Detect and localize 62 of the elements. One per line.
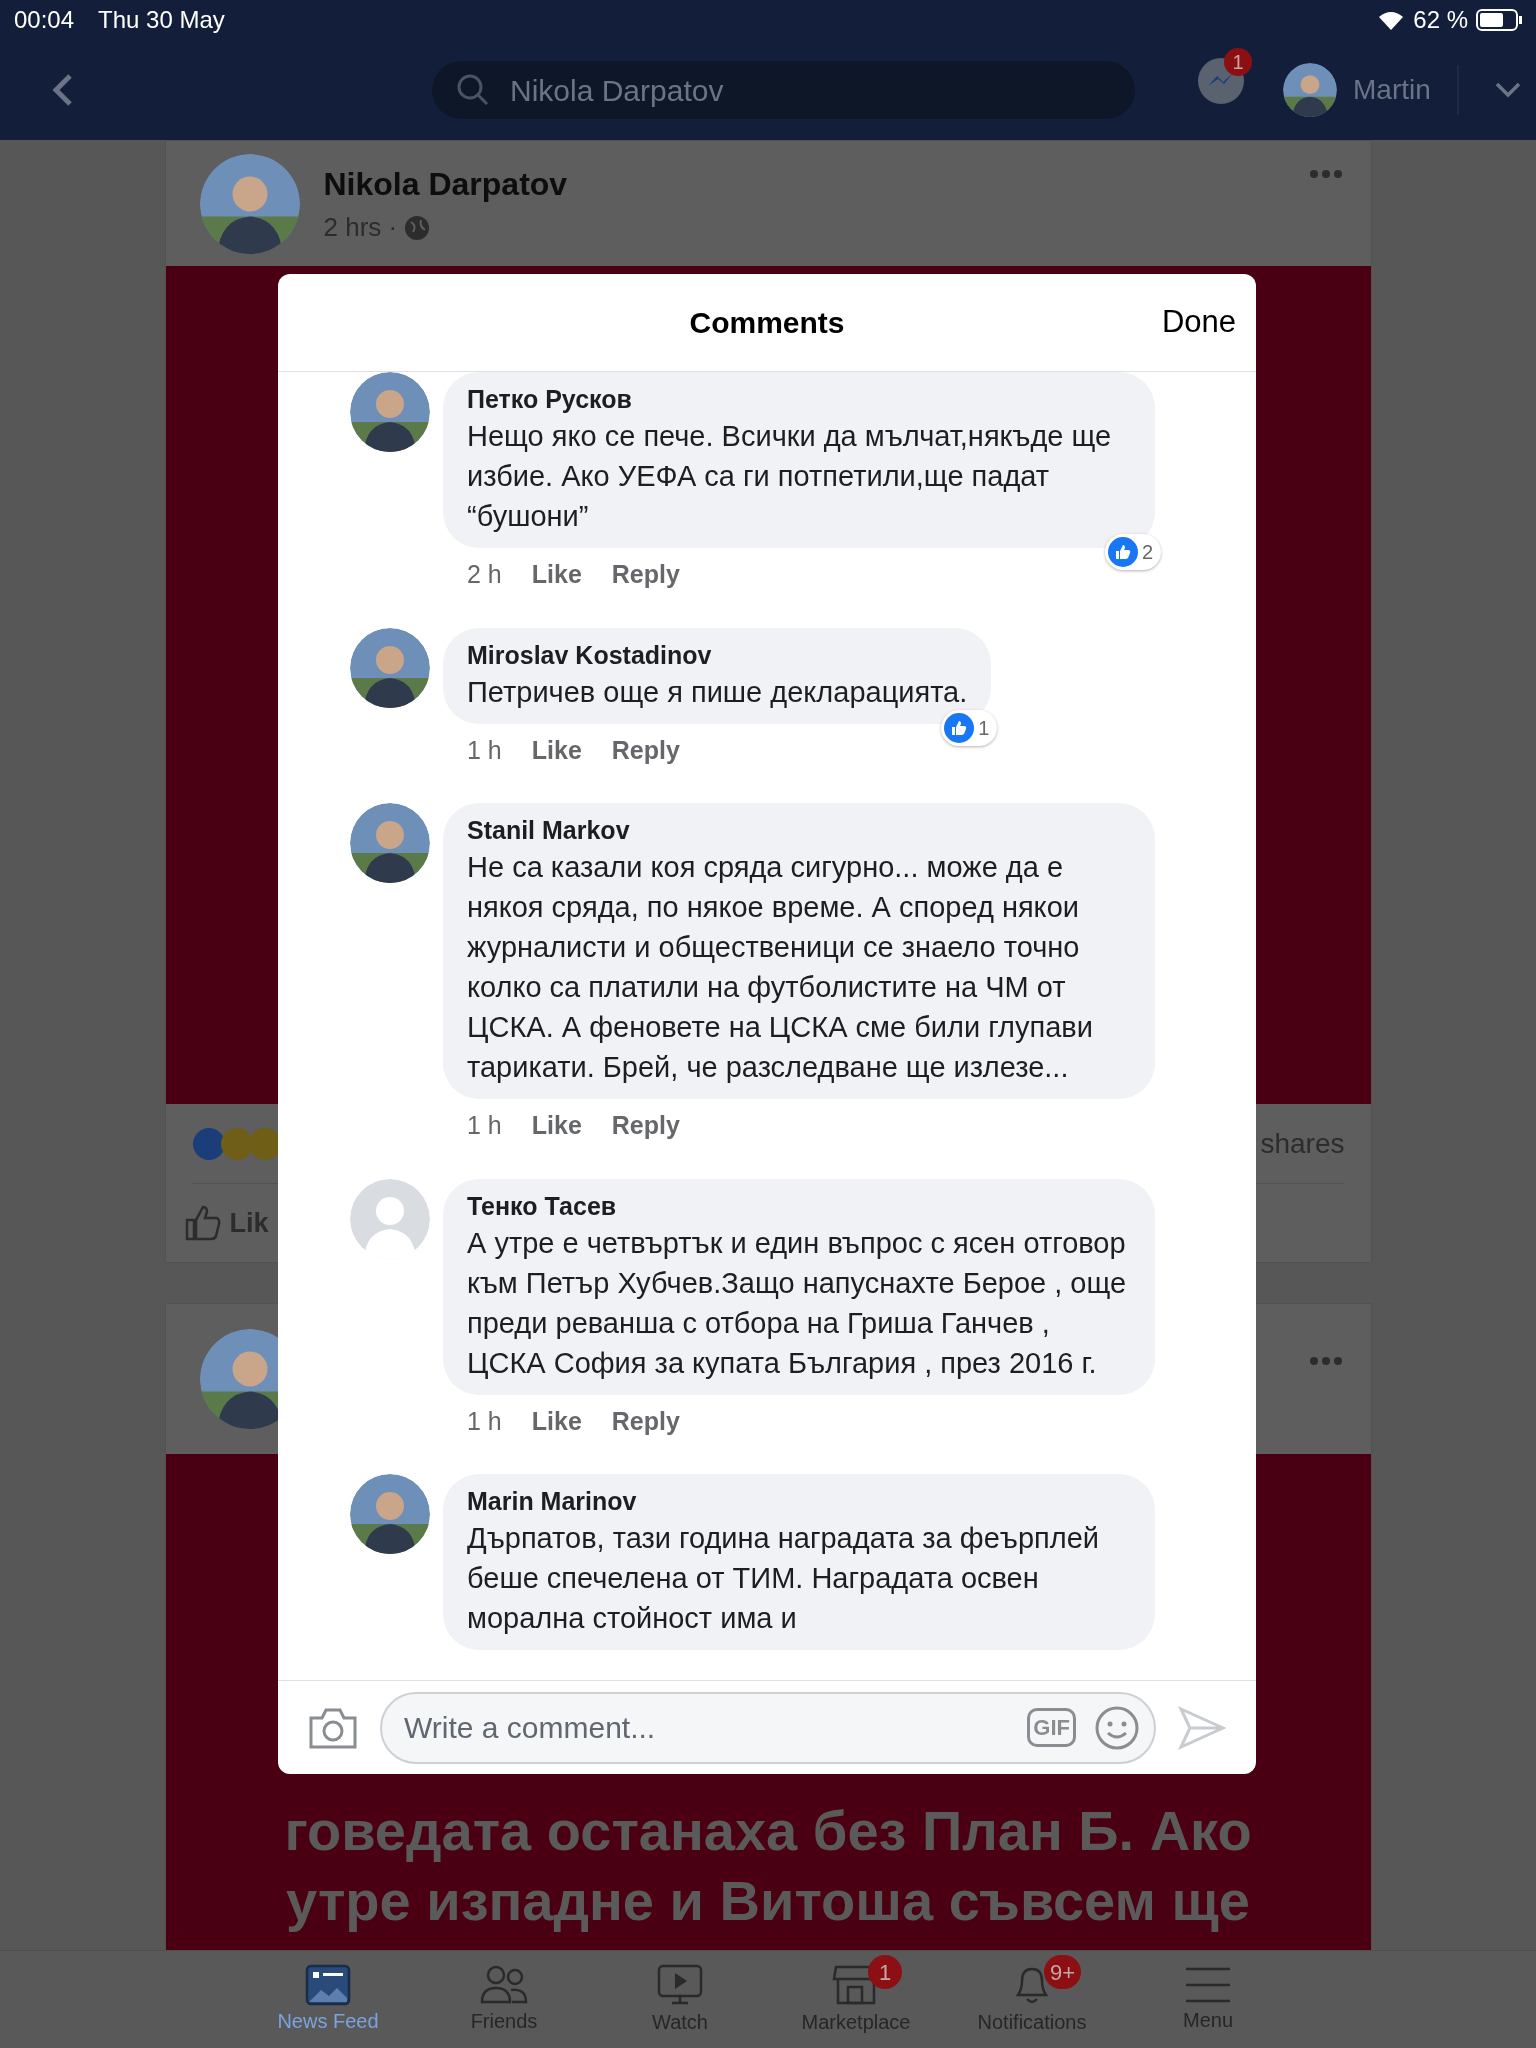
reply-link[interactable]: Reply (611, 1402, 680, 1440)
like-link[interactable]: Like (531, 731, 582, 769)
image-caption-line: утре изпадне и Витоша съвсем ще (286, 1868, 1250, 1934)
notification-badge: 1 (1224, 48, 1252, 76)
commenter-name[interactable]: Петко Русков (467, 382, 1131, 416)
more-icon[interactable] (1308, 169, 1343, 179)
author-avatar-icon (199, 153, 300, 254)
image-caption-line: говедата останаха без План Б. Ако (284, 1798, 1252, 1864)
commenter-name[interactable]: Marin Marinov (467, 1484, 1131, 1518)
send-icon[interactable] (1178, 1705, 1226, 1750)
sheet-title: Comments (689, 305, 845, 341)
like-link[interactable]: Like (531, 1402, 582, 1440)
count-badge: 1 (868, 1955, 902, 1989)
commenter-name[interactable]: Stanil Markov (467, 813, 1131, 847)
reply-link[interactable]: Reply (611, 1107, 680, 1145)
count-badge: 9+ (1044, 1955, 1082, 1989)
comment-time: 1 h (467, 734, 502, 766)
thumbs-up-icon (183, 1204, 222, 1242)
smiley-icon[interactable] (1094, 1704, 1140, 1751)
avatar-icon (350, 627, 430, 708)
reply-link[interactable]: Reply (611, 731, 680, 769)
avatar-icon (350, 803, 430, 883)
status-date: Thu 30 May (98, 5, 225, 35)
comment-time: 1 h (467, 1405, 502, 1437)
battery-icon (1476, 8, 1522, 32)
globe-icon (403, 213, 432, 242)
search-icon (456, 73, 490, 107)
gif-button[interactable]: GIF (1027, 1708, 1076, 1747)
reaction-count: 2 (1141, 540, 1153, 565)
like-link[interactable]: Like (531, 1107, 582, 1145)
comment-text: Петричев още я пише декларацията. (467, 674, 968, 710)
search-field[interactable]: Nikola Darpatov (432, 61, 1135, 119)
like-link[interactable]: Like (531, 556, 582, 594)
news-feed-icon (305, 1963, 351, 2006)
comment-text: Дърпатов, тази година наградата за феърплей беше спечелена от ТИМ. Наградата освен морална стойност има и (467, 1521, 1100, 1636)
comment-text: А утре е четвъртък и един въпрос с ясен отговор към Петър Хубчев.Защо напуснахте Берое , още преди реванша с отбора на Гриша Ганчев , ЦСКА София за купата България , през 2016 г. (467, 1225, 1128, 1381)
reaction-badge[interactable]: 1 (941, 709, 998, 746)
wifi-icon (1377, 9, 1406, 31)
done-button[interactable]: Done (1161, 299, 1236, 346)
avatar-icon (350, 1474, 430, 1554)
like-icon (944, 712, 975, 743)
avatar-icon (350, 372, 430, 452)
comment-text: Не са казали коя сряда сигурно... може да е някоя сряда, по някое време. А според някои журналисти и общественици се знаело точно колко са платили на футболистите на ЧМ от ЦСКА. А феновете на ЦСКА сме били глупави тарикати. Брей, че разследване ще излезе... (467, 850, 1094, 1085)
status-time: 00:04 (14, 5, 75, 35)
comment-input[interactable]: Write a comment... GIF (380, 1691, 1156, 1764)
comment-text: Нещо яко се пече. Всички да мълчат,някъде ще избие. Ако УЕФА са ги потпетили,ще падат “бушони” (467, 419, 1113, 534)
battery-percent: 62 % (1413, 5, 1468, 35)
watch-icon (656, 1962, 704, 2007)
commenter-name[interactable]: Miroslav Kostadinov (467, 637, 968, 672)
reaction-badge[interactable]: 2 (1104, 534, 1161, 570)
author-name[interactable]: Nikola Darpatov (323, 160, 568, 208)
comment-time: 2 h (467, 559, 502, 590)
user-avatar-icon (1283, 63, 1337, 117)
more-icon[interactable] (1308, 1356, 1343, 1366)
user-name[interactable]: Martin (1353, 69, 1431, 111)
reaction-count: 1 (978, 715, 990, 741)
reply-link[interactable]: Reply (611, 556, 680, 594)
like-icon (1107, 537, 1138, 567)
comment-time: 1 h (467, 1110, 502, 1141)
chevron-down-icon[interactable] (1494, 82, 1521, 98)
friends-icon (479, 1963, 529, 2006)
commenter-name[interactable]: Тенко Тасев (467, 1188, 1131, 1223)
